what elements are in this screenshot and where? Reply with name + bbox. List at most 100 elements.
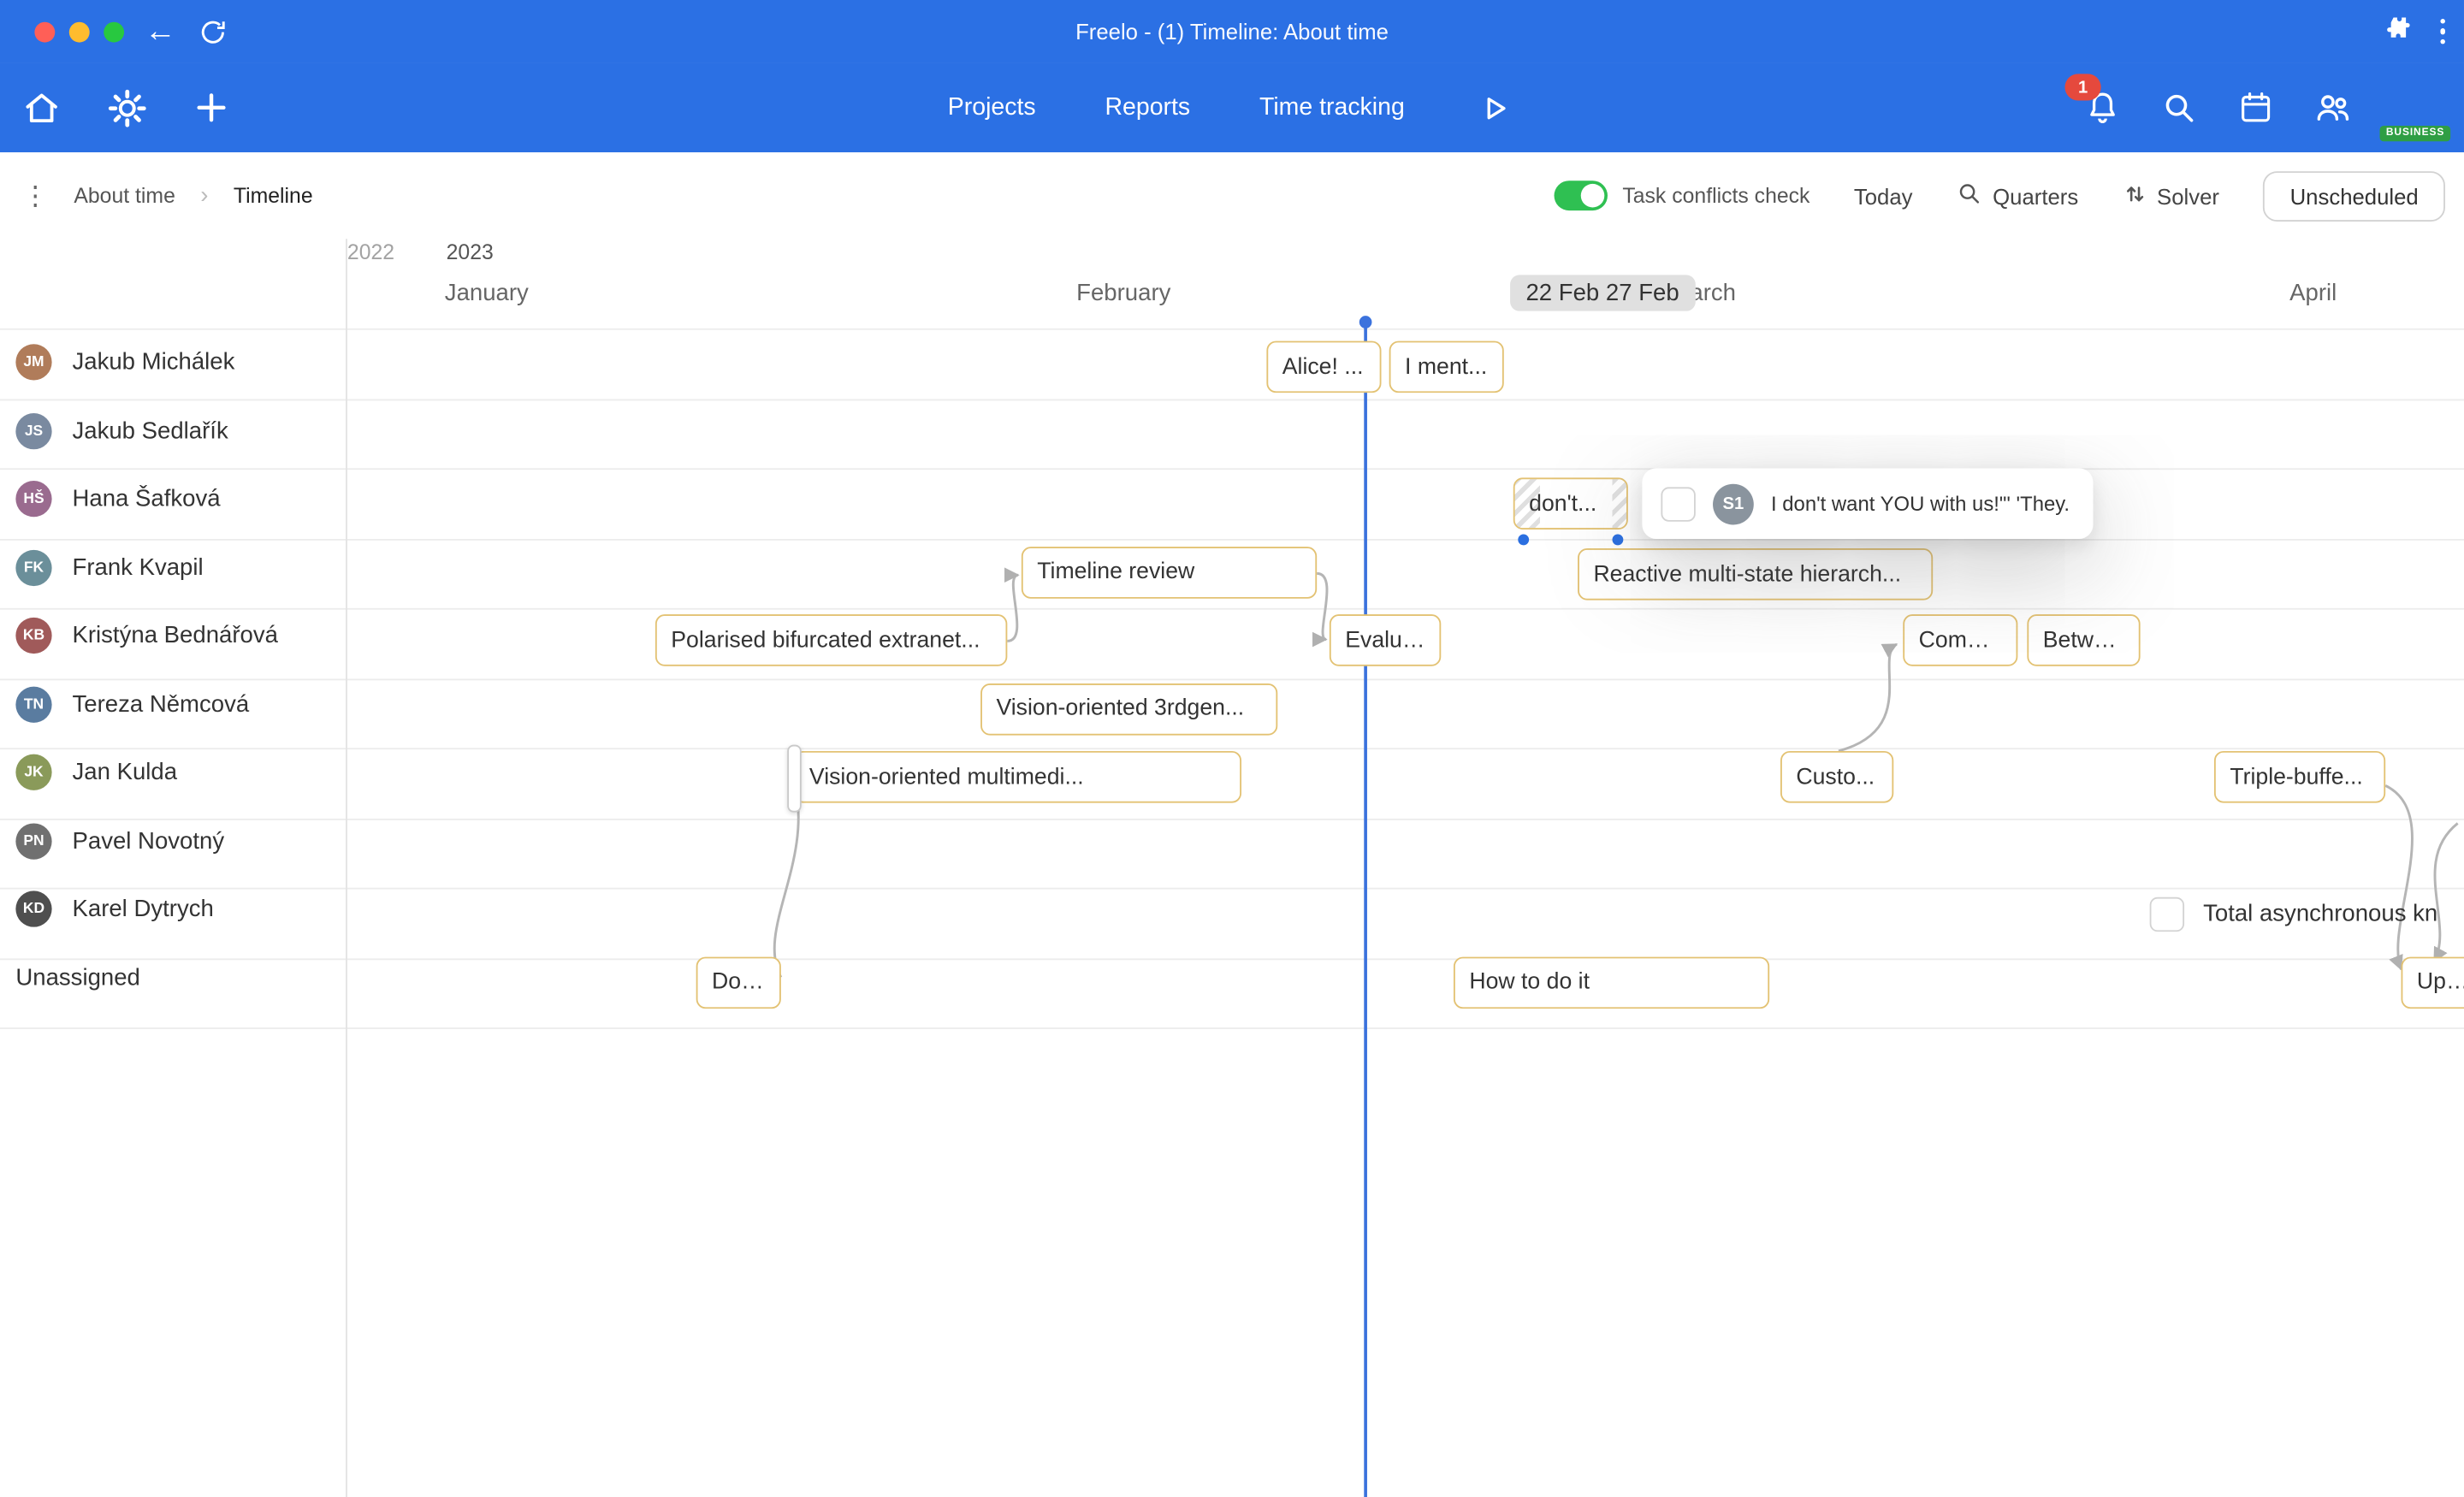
plan-badge: BUSINESS	[2380, 125, 2451, 140]
home-icon[interactable]	[21, 86, 63, 129]
person-name: Hana Šafková	[72, 486, 220, 512]
solver-sort-icon	[2123, 181, 2147, 210]
task-label: Reactive multi-state hierarch...	[1593, 562, 1916, 587]
task-bar-timeline-review[interactable]: Timeline review	[1022, 546, 1317, 598]
task-bar-how-to-do-it[interactable]: How to do it	[1454, 956, 1769, 1009]
task-label: I ment...	[1405, 354, 1488, 379]
task-bar-evalua[interactable]: Evalua...	[1330, 614, 1441, 666]
task-label: Total asynchronous kn	[2203, 900, 2437, 926]
person-name: Jakub Michálek	[72, 349, 234, 376]
person-name: Jan Kulda	[72, 760, 177, 786]
nav-time-tracking[interactable]: Time tracking	[1259, 93, 1405, 121]
task-label: Upgr...	[2417, 969, 2464, 994]
task-bar-i-ment[interactable]: I ment...	[1389, 341, 1504, 393]
task-label: Polarised bifurcated extranet...	[671, 628, 992, 653]
person-avatar: JK	[15, 754, 51, 790]
task-bar-vision-3rdgen[interactable]: Vision-oriented 3rdgen...	[980, 683, 1277, 735]
quarters-button[interactable]: Quarters	[1957, 180, 2078, 210]
person-name: Jakub Sedlařík	[72, 417, 228, 444]
main-nav: Projects Reports Time tracking	[948, 62, 1516, 152]
add-plus-icon[interactable]	[190, 86, 233, 129]
task-total-asynchronous[interactable]: Total asynchronous kn	[2150, 888, 2464, 940]
task-bar-reactive[interactable]: Reactive multi-state hierarch...	[1578, 548, 1933, 601]
app-header: Projects Reports Time tracking 1	[0, 62, 2464, 152]
person-row[interactable]: JM Jakub Michálek	[0, 328, 344, 397]
resize-handle-right[interactable]	[1612, 534, 1623, 545]
calendar-icon[interactable]	[2235, 86, 2277, 129]
selected-date-range-pill: 22 Feb 27 Feb	[1510, 275, 1695, 311]
task-bar-custo[interactable]: Custo...	[1780, 751, 1893, 803]
today-button[interactable]: Today	[1854, 183, 1913, 208]
kebab-menu-icon[interactable]: ⋮	[22, 180, 49, 211]
person-name: Tereza Němcová	[72, 691, 249, 718]
person-avatar: HŠ	[15, 481, 51, 517]
unscheduled-button[interactable]: Unscheduled	[2263, 170, 2445, 221]
person-name: Kristýna Bednářová	[72, 623, 277, 649]
task-bar-come[interactable]: Come ...	[1903, 614, 2017, 666]
breadcrumb-project[interactable]: About time	[74, 184, 175, 208]
task-label: Vision-oriented multimedi...	[809, 765, 1226, 790]
team-users-icon[interactable]	[2312, 86, 2354, 129]
person-avatar: PN	[15, 823, 51, 859]
start-timer-play-icon[interactable]	[1474, 86, 1517, 129]
person-row[interactable]: JS Jakub Sedlařík	[0, 397, 344, 465]
task-label: Triple-buffe...	[2230, 765, 2369, 790]
person-row[interactable]: PN Pavel Novotný	[0, 807, 344, 875]
notifications-bell-icon[interactable]: 1	[2081, 86, 2123, 129]
extensions-puzzle-icon[interactable]	[2382, 13, 2412, 50]
task-conflicts-toggle[interactable]	[1555, 180, 1608, 210]
task-bar-triple-buffered[interactable]: Triple-buffe...	[2214, 751, 2385, 803]
task-label: How to do it	[1469, 969, 1753, 994]
person-avatar: TN	[15, 686, 51, 722]
task-bar-dow[interactable]: Dow...	[696, 956, 781, 1009]
solver-button[interactable]: Solver	[2123, 181, 2219, 210]
nav-reports[interactable]: Reports	[1105, 93, 1190, 121]
timeline-toolbar: ⋮ About time › Timeline Task conflicts c…	[0, 152, 2464, 239]
browser-menu-icon[interactable]	[2440, 19, 2445, 44]
person-row[interactable]: JK Jan Kulda	[0, 738, 344, 807]
task-label: Come ...	[1919, 628, 2002, 653]
person-row-unassigned[interactable]: Unassigned	[0, 944, 344, 1012]
panel-divider	[346, 239, 347, 1497]
window-title: Freelo - (1) Timeline: About time	[0, 0, 2464, 62]
person-row[interactable]: KB Kristýna Bednářová	[0, 601, 344, 670]
task-conflicts-label: Task conflicts check	[1622, 184, 1810, 208]
user-avatar[interactable]: BUSINESS	[2389, 81, 2442, 134]
assignee-list: JM Jakub Michálek JS Jakub Sedlařík HŠ H…	[0, 328, 344, 1012]
person-name: Frank Kvapil	[72, 554, 203, 581]
person-avatar: FK	[15, 549, 51, 585]
notification-badge: 1	[2064, 74, 2100, 100]
task-label: Betwe...	[2043, 628, 2125, 653]
task-label: Evalua...	[1345, 628, 1425, 653]
task-bar-betwe[interactable]: Betwe...	[2027, 614, 2140, 666]
person-row[interactable]: TN Tereza Němcová	[0, 670, 344, 738]
resize-handle-left[interactable]	[1518, 534, 1529, 545]
year-label-2023: 2023	[447, 240, 494, 264]
search-icon[interactable]	[2158, 86, 2200, 129]
task-checkbox[interactable]	[2150, 896, 2184, 931]
today-line-dot[interactable]	[1359, 316, 1372, 328]
month-label-february: February	[1076, 280, 1170, 306]
person-row[interactable]: FK Frank Kvapil	[0, 534, 344, 602]
person-row[interactable]: KD Karel Dytrych	[0, 875, 344, 944]
task-bar-alice[interactable]: Alice! ...	[1266, 341, 1381, 393]
person-name: Pavel Novotný	[72, 827, 224, 854]
task-drag-handle[interactable]	[787, 745, 802, 813]
task-bar-polarised[interactable]: Polarised bifurcated extranet...	[655, 614, 1007, 666]
month-label-april: April	[2289, 280, 2337, 306]
task-bar-dont-selected[interactable]: don't...	[1513, 477, 1628, 530]
person-name: Karel Dytrych	[72, 896, 213, 922]
tooltip-text: I don't want YOU with us!"' 'They.	[1771, 492, 2070, 516]
task-label: Timeline review	[1037, 559, 1301, 584]
person-row[interactable]: HŠ Hana Šafková	[0, 465, 344, 534]
task-bar-vision-multimedia[interactable]: Vision-oriented multimedi...	[794, 751, 1241, 803]
person-avatar: JS	[15, 413, 51, 449]
settings-gear-icon[interactable]	[105, 86, 148, 129]
tooltip-checkbox[interactable]	[1661, 486, 1695, 520]
tooltip-avatar: S1	[1713, 483, 1754, 524]
nav-projects[interactable]: Projects	[948, 93, 1036, 121]
task-bar-upgr[interactable]: Upgr...	[2402, 956, 2464, 1009]
person-avatar: JM	[15, 345, 51, 381]
breadcrumb-page[interactable]: Timeline	[234, 184, 313, 208]
task-label: Alice! ...	[1282, 354, 1365, 379]
